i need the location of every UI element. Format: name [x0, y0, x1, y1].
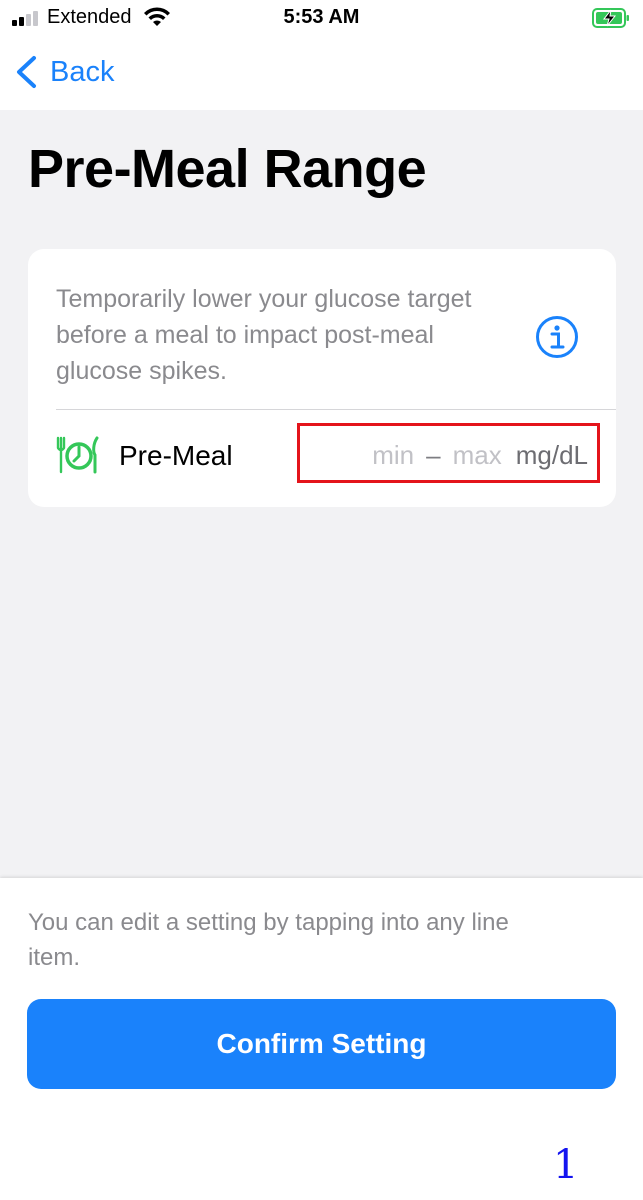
chevron-left-icon	[17, 56, 36, 88]
min-placeholder[interactable]: min	[372, 440, 414, 470]
pre-meal-row[interactable]: Pre-Meal min – max mg/dL	[28, 410, 616, 507]
battery-charging-icon	[592, 8, 629, 28]
page-number: 1	[553, 1142, 579, 1188]
pre-meal-card: Temporarily lower your glucose target be…	[28, 249, 616, 507]
edit-hint-text: You can edit a setting by tapping into a…	[28, 909, 509, 971]
card-description: Temporarily lower your glucose target be…	[56, 285, 472, 385]
status-time: 5:53 AM	[283, 6, 360, 28]
max-placeholder[interactable]: max	[453, 440, 502, 470]
back-label: Back	[50, 55, 115, 88]
status-bar: Extended 5:53 AM	[0, 0, 643, 36]
pre-meal-icon	[56, 436, 99, 474]
bottom-panel: You can edit a setting by tapping into a…	[0, 878, 643, 1200]
range-value[interactable]: min – max mg/dL	[300, 440, 588, 471]
confirm-setting-button[interactable]: Confirm Setting	[27, 999, 616, 1089]
range-highlight-box[interactable]: min – max mg/dL	[297, 423, 600, 483]
pre-meal-label: Pre-Meal	[119, 440, 233, 471]
info-icon[interactable]	[535, 315, 579, 359]
range-separator: –	[426, 440, 441, 470]
navigation-bar: Back	[0, 36, 643, 110]
page-title: Pre-Meal Range	[28, 139, 427, 199]
back-button[interactable]: Back	[14, 54, 114, 90]
unit-label: mg/dL	[515, 440, 588, 470]
